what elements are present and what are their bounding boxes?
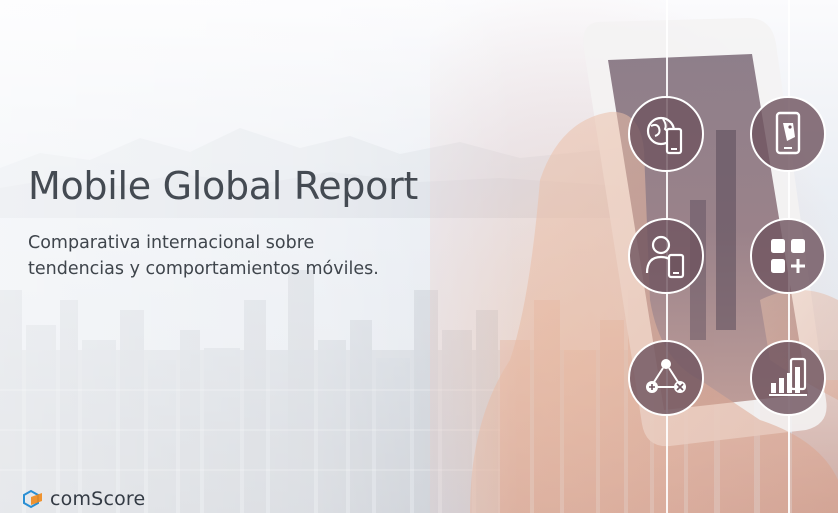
brand-logo: comScore [22, 488, 145, 510]
mobile-user-icon [645, 235, 685, 279]
mobile-growth-chart-icon [769, 357, 807, 396]
comscore-logo-icon [23, 489, 42, 509]
travel-network-icon [646, 359, 686, 393]
subtitle-line-1: Comparativa internacional sobre [28, 233, 315, 253]
subtitle-line-2: tendencias y comportamientos móviles. [28, 259, 379, 279]
apps-icon [771, 239, 805, 273]
global-mobile-icon [646, 116, 683, 155]
global-mobile-node [628, 96, 704, 172]
slide: Mobile Global Report Comparativa interna… [0, 0, 838, 513]
mobile-growth-chart-node [750, 340, 826, 416]
mobile-user-node [628, 218, 704, 294]
travel-network-node [628, 340, 704, 416]
mobile-shopping-node [750, 96, 826, 172]
apps-node [750, 218, 826, 294]
subtitle: Comparativa internacional sobre tendenci… [28, 230, 448, 282]
page-title: Mobile Global Report [28, 164, 418, 208]
brand-name: comScore [50, 488, 146, 510]
mobile-shopping-icon [775, 111, 801, 155]
